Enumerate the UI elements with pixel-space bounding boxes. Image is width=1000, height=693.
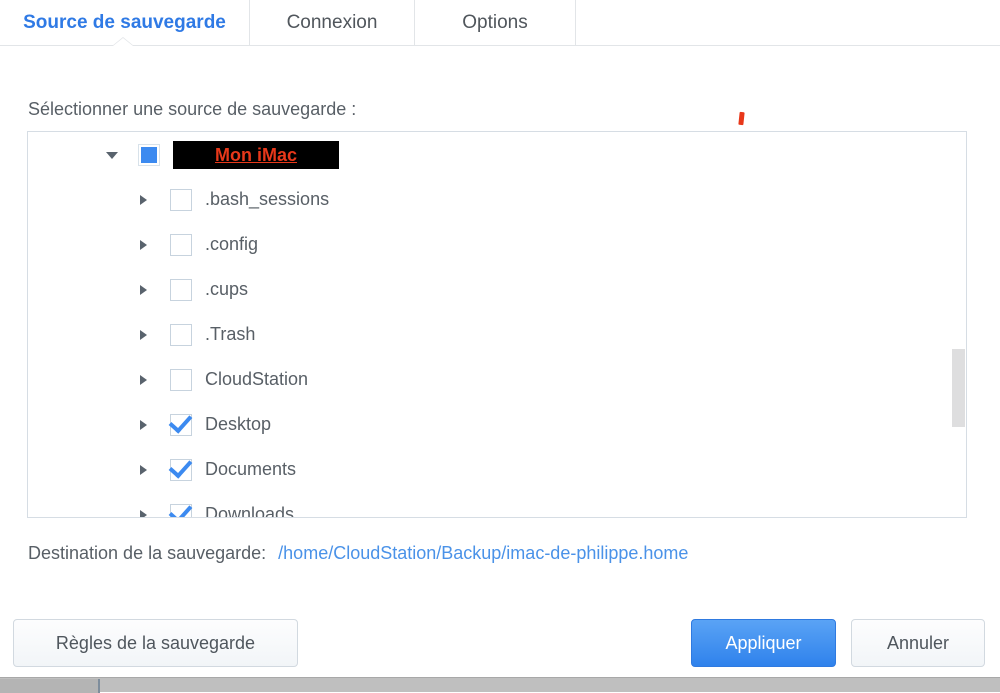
tree-item-label: Documents — [205, 459, 297, 479]
chevron-right-icon[interactable] — [136, 237, 152, 253]
red-annotation-mark — [738, 111, 745, 126]
tree-checkbox-indeterminate[interactable] — [138, 143, 160, 166]
tree-scrollbar-track[interactable] — [952, 132, 965, 517]
tree-checkbox-unchecked[interactable] — [170, 323, 192, 346]
chevron-right-icon[interactable] — [136, 192, 152, 208]
tab-connexion[interactable]: Connexion — [250, 0, 414, 45]
tree-item-label: .Trash — [205, 324, 256, 344]
tree-row[interactable]: Documents — [28, 447, 966, 492]
backup-source-tree[interactable]: Mon iMac .bash_sessions .config .cups .Trash… — [27, 131, 967, 518]
tree-checkbox-checked[interactable] — [170, 503, 192, 517]
chevron-right-icon[interactable] — [136, 462, 152, 478]
chevron-right-icon[interactable] — [136, 372, 152, 388]
backup-rules-button[interactable]: Règles de la sauvegarde — [13, 619, 298, 667]
dialog-body: Sélectionner une source de sauvegarde : … — [0, 46, 1000, 677]
apply-button[interactable]: Appliquer — [691, 619, 836, 667]
tree-root-label-redacted: Mon iMac — [173, 140, 340, 169]
tree-checkbox-unchecked[interactable] — [170, 188, 192, 211]
chevron-right-icon[interactable] — [136, 417, 152, 433]
tree-item-label: Downloads — [205, 504, 295, 518]
tree-checkbox-checked[interactable] — [170, 413, 192, 436]
taskbar-divider — [98, 679, 100, 693]
desktop-taskbar-strip — [0, 677, 1000, 693]
tree-scrollbar-thumb[interactable] — [952, 349, 965, 427]
tree-row[interactable]: .config — [28, 222, 966, 267]
tree-row-root[interactable]: Mon iMac — [28, 132, 966, 177]
backup-destination-row: Destination de la sauvegarde: /home/Cloud… — [28, 543, 688, 564]
chevron-right-icon[interactable] — [136, 327, 152, 343]
tab-separator — [414, 0, 415, 45]
tree-checkbox-unchecked[interactable] — [170, 233, 192, 256]
tree-row[interactable]: Desktop — [28, 402, 966, 447]
tree-checkbox-unchecked[interactable] — [170, 368, 192, 391]
taskbar-segment — [0, 679, 98, 693]
chevron-down-icon[interactable] — [104, 147, 120, 163]
tree-item-label: .bash_sessions — [205, 189, 330, 209]
cancel-button[interactable]: Annuler — [851, 619, 985, 667]
chevron-right-icon[interactable] — [136, 507, 152, 517]
tree-row[interactable]: .bash_sessions — [28, 177, 966, 222]
tree-row[interactable]: .Trash — [28, 312, 966, 357]
tree-checkbox-unchecked[interactable] — [170, 278, 192, 301]
tree-item-label: .cups — [205, 279, 249, 299]
chevron-right-icon[interactable] — [136, 282, 152, 298]
tree-row[interactable]: .cups — [28, 267, 966, 312]
tab-options[interactable]: Options — [415, 0, 575, 45]
tab-separator — [249, 0, 250, 45]
destination-label: Destination de la sauvegarde: — [28, 543, 267, 563]
tree-row[interactable]: CloudStation — [28, 357, 966, 402]
tab-bar: Source de sauvegarde Connexion Options — [0, 0, 1000, 46]
tree-item-label: .config — [205, 234, 259, 254]
tree-item-label: CloudStation — [205, 369, 309, 389]
tree-checkbox-checked[interactable] — [170, 458, 192, 481]
destination-path-link[interactable]: /home/CloudStation/Backup/imac-de-philip… — [278, 543, 688, 563]
source-section-label: Sélectionner une source de sauvegarde : — [28, 99, 357, 119]
tree-item-label: Desktop — [205, 414, 272, 434]
active-tab-caret-icon — [113, 38, 133, 46]
tab-separator — [575, 0, 576, 45]
tree-row[interactable]: Downloads — [28, 492, 966, 518]
